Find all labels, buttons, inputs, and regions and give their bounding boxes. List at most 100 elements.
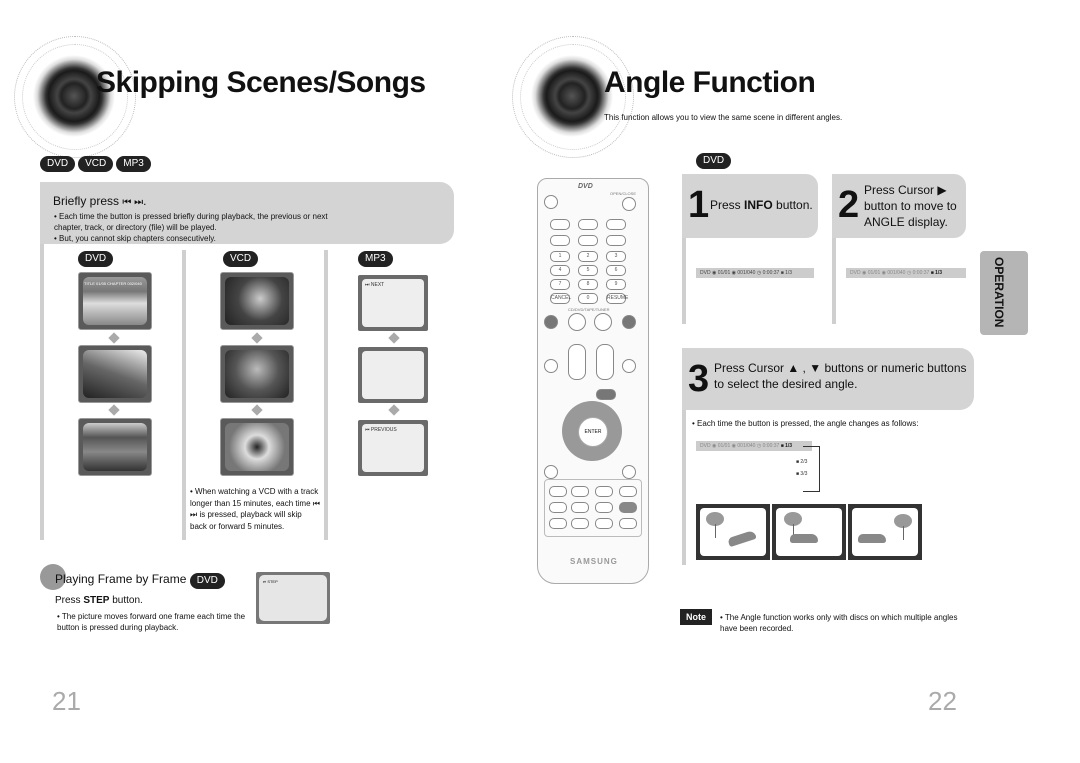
angle-1: ■ 1/3 (780, 443, 793, 449)
search-song-button[interactable] (544, 465, 558, 479)
badge-dvd: DVD (78, 251, 114, 267)
tuning-rocker[interactable] (596, 344, 614, 380)
step-screen: ⏯ STEP (256, 572, 330, 624)
step-osd: ⏯ STEP (259, 575, 327, 621)
info-title: 01/01 (717, 270, 731, 276)
play-pause-button[interactable] (594, 313, 612, 331)
column-divider (182, 250, 186, 540)
ez-control-button[interactable] (549, 486, 567, 497)
repeat-button[interactable] (571, 518, 589, 529)
info-disc: DVD (700, 270, 711, 276)
briefly-panel: Briefly press ⏮ ⏭. • Each time the butto… (40, 182, 454, 244)
skip-forward-button[interactable] (622, 315, 636, 329)
menu-previous-label: ⏮ PREVIOUS (365, 427, 397, 433)
mp3-menu-previous: ⏮ PREVIOUS (358, 420, 428, 476)
audio-button[interactable] (595, 518, 613, 529)
ez-view-button[interactable] (619, 518, 637, 529)
num-2-button[interactable]: 2 (578, 251, 598, 262)
frame-heading: Playing Frame by Frame DVD (55, 572, 228, 589)
stop-button[interactable] (568, 313, 586, 331)
enter-button[interactable]: ENTER (578, 417, 608, 447)
info-bar-step2: DVD ◉ 01/01 ◉ 001/040 ◷ 0:00:37 ■ 1/3 (846, 268, 966, 278)
step-1-text: Press INFO button. (710, 198, 813, 212)
angle-view-1 (696, 504, 770, 560)
arrow-up-icon (251, 332, 263, 344)
step-number: 1 (688, 184, 710, 226)
tuner-button[interactable] (550, 219, 570, 230)
angle-view-2 (772, 504, 846, 560)
heading-suffix: . (143, 194, 147, 208)
subtitle-button[interactable] (595, 502, 613, 513)
arrow-up-icon (251, 404, 263, 416)
num-0-button[interactable]: 0 (578, 293, 598, 304)
open-close-button[interactable] (622, 197, 636, 211)
cycle-arrow (803, 446, 820, 492)
num-7-button[interactable]: 7 (550, 279, 570, 290)
info-title: 01/01 (717, 443, 731, 449)
briefly-bullet-2: • But, you cannot skip chapters consecut… (54, 234, 216, 243)
info-time: 0:00:37 (762, 270, 780, 276)
tape12-button[interactable] (578, 235, 598, 246)
info-chapter: 001/040 (737, 443, 756, 449)
instr-pre: Press (55, 595, 84, 606)
step-bold: INFO (744, 198, 773, 212)
num-8-button[interactable]: 8 (578, 279, 598, 290)
step-3-panel: 3 Press Cursor ▲ , ▼ buttons or numeric … (682, 348, 974, 410)
cancel-button[interactable]: CANCEL (550, 293, 571, 304)
resume-button[interactable]: RESUME (606, 293, 628, 304)
num-9-button[interactable]: 9 (606, 279, 626, 290)
step-3-text: Press Cursor ▲ , ▼ buttons or numeric bu… (714, 361, 967, 391)
volume-rocker[interactable] (568, 344, 586, 380)
info-chapter: 001/040 (737, 270, 756, 276)
angle-note: • Each time the button is pressed, the a… (692, 419, 919, 428)
num-1-button[interactable]: 1 (550, 251, 570, 262)
brand-logo: SAMSUNG (570, 557, 618, 566)
info-bar-step1: DVD ◉ 01/01 ◉ 001/040 ◷ 0:00:37 ■ 1/3 (696, 268, 814, 278)
vcd-screen-2 (220, 345, 294, 403)
tuner-memory-button[interactable] (622, 359, 636, 373)
num-4-button[interactable]: 4 (550, 265, 570, 276)
page-title: Skipping Scenes/Songs (96, 66, 426, 99)
tempo-plus-button[interactable] (571, 502, 589, 513)
digest-button[interactable] (619, 486, 637, 497)
info-button[interactable] (596, 389, 616, 400)
step-button[interactable] (619, 502, 637, 513)
dvd-screen-1: TITLE 01/05 CHAPTER 002/040 (78, 272, 152, 330)
bullet-text: But, you cannot skip chapters consecutiv… (59, 234, 216, 243)
column-divider (682, 238, 686, 324)
vcd-note-cont: is pressed, playback will skip back or f… (190, 510, 302, 531)
info-angle-highlight: ■ 1/3 (930, 270, 943, 276)
favorite-song-button[interactable] (622, 465, 636, 479)
power-button[interactable] (544, 195, 558, 209)
instr-bold: STEP (83, 595, 110, 606)
info-angle: 1/3 (785, 270, 793, 276)
skip-back-button[interactable] (544, 315, 558, 329)
num-5-button[interactable]: 5 (578, 265, 598, 276)
disc-skip-button[interactable] (606, 235, 626, 246)
angle-view-3 (848, 504, 922, 560)
section-tab-label: OPERATION (992, 257, 1006, 328)
tempo-minus-button[interactable] (549, 502, 567, 513)
aux-button[interactable] (606, 219, 626, 230)
vcd-note: • When watching a VCD with a track longe… (190, 487, 320, 531)
menu-label-text: PREVIOUS (370, 427, 397, 433)
tape-button[interactable] (578, 219, 598, 230)
sound-mode-button[interactable] (544, 359, 558, 373)
zoom-button[interactable] (595, 486, 613, 497)
briefly-heading-text: Briefly press (53, 194, 120, 208)
num-3-button[interactable]: 3 (606, 251, 626, 262)
sleep-button[interactable] (550, 235, 570, 246)
info-time: 0:00:37 (762, 443, 780, 449)
arrow-up-icon (388, 404, 400, 416)
badge-dvd: DVD (696, 153, 732, 169)
num-6-button[interactable]: 6 (606, 265, 626, 276)
ez-control-button[interactable] (571, 486, 589, 497)
car-icon (858, 534, 886, 543)
cursor-ring[interactable]: ENTER (562, 401, 622, 461)
step-2-text: Press Cursor ▶ button to move to ANGLE d… (864, 183, 957, 229)
column-divider (40, 244, 44, 540)
bullet-text: The picture moves forward one frame each… (57, 612, 246, 632)
remain-button[interactable] (549, 518, 567, 529)
tree-trunk (715, 524, 716, 538)
tree-trunk (903, 526, 904, 540)
